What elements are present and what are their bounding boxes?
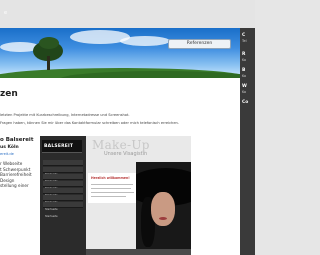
preview-brand: BALSEREIT: [44, 144, 74, 149]
preview-text-line: [91, 184, 133, 185]
sidebar-heading: R: [242, 52, 246, 57]
preview-welcome: Herzlich willkommen!: [91, 176, 130, 180]
preview-portrait-image: [136, 162, 191, 255]
feature-item: Barrierefreiheit: [0, 172, 32, 178]
intro-text: letzten Projekte mit Kurzbeschreibung, I…: [0, 113, 130, 117]
preview-menu-item: Startseite: [43, 188, 83, 204]
preview-footer: [86, 249, 191, 255]
preview-text-line: [91, 192, 134, 193]
feature-item: stellung einer: [0, 183, 29, 189]
feature-list: r Webseite t Schwerpunkt Barrierefreihei…: [0, 161, 32, 189]
client-city: us Köln: [0, 145, 19, 150]
sidebar-sub: Ko: [242, 90, 247, 94]
lips-shape: [159, 217, 167, 220]
face-shape: [151, 192, 175, 226]
preview-subtitle: Unsere Visagistin: [104, 151, 148, 157]
sidebar-heading: C: [242, 33, 246, 38]
main-content: Referenzen zen letzten Projekte mit Kurz…: [0, 28, 240, 255]
sidebar-heading: B: [242, 68, 246, 73]
project-screenshot[interactable]: BALSEREIT Startseite Startseite Startsei…: [40, 136, 191, 255]
sidebar-sub: Ko: [242, 74, 247, 78]
preview-makeup-title: Make-Up: [92, 138, 150, 152]
preview-menu-item: Startseite: [43, 202, 83, 218]
header-banner: Referenzen: [0, 28, 240, 78]
tree-icon: [39, 37, 59, 49]
tree-trunk: [47, 56, 50, 70]
preview-menu-item: Startseite: [43, 174, 83, 190]
client-website-link[interactable]: ereit.de: [0, 152, 14, 156]
preview-text-line: [91, 188, 131, 189]
sidebar-sub: Ko: [242, 58, 247, 62]
preview-menu-item: Startseite: [43, 167, 83, 183]
referenzen-nav-button[interactable]: Referenzen: [168, 39, 231, 49]
sidebar-heading: W: [242, 84, 247, 89]
top-bar-text: e: [4, 10, 8, 16]
page-title: zen: [0, 89, 18, 99]
intro-text: Fragen haben, können Sie mir über das Ko…: [0, 121, 179, 125]
right-sidebar: C Tel R Ko B Ko W Ko Co: [240, 28, 255, 255]
sidebar-sub: Tel: [242, 39, 247, 43]
client-title: o Balsereit: [0, 137, 34, 143]
sidebar-heading: Co: [242, 100, 249, 105]
preview-menu-item: Startseite: [43, 195, 83, 211]
preview-text-line: [91, 196, 126, 197]
preview-sidebar: BALSEREIT Startseite Startseite Startsei…: [40, 136, 86, 255]
top-bar: e: [0, 0, 255, 28]
preview-menu-item: Startseite: [43, 160, 83, 176]
preview-menu-item: Startseite: [43, 181, 83, 197]
cloud-shape: [120, 36, 170, 46]
